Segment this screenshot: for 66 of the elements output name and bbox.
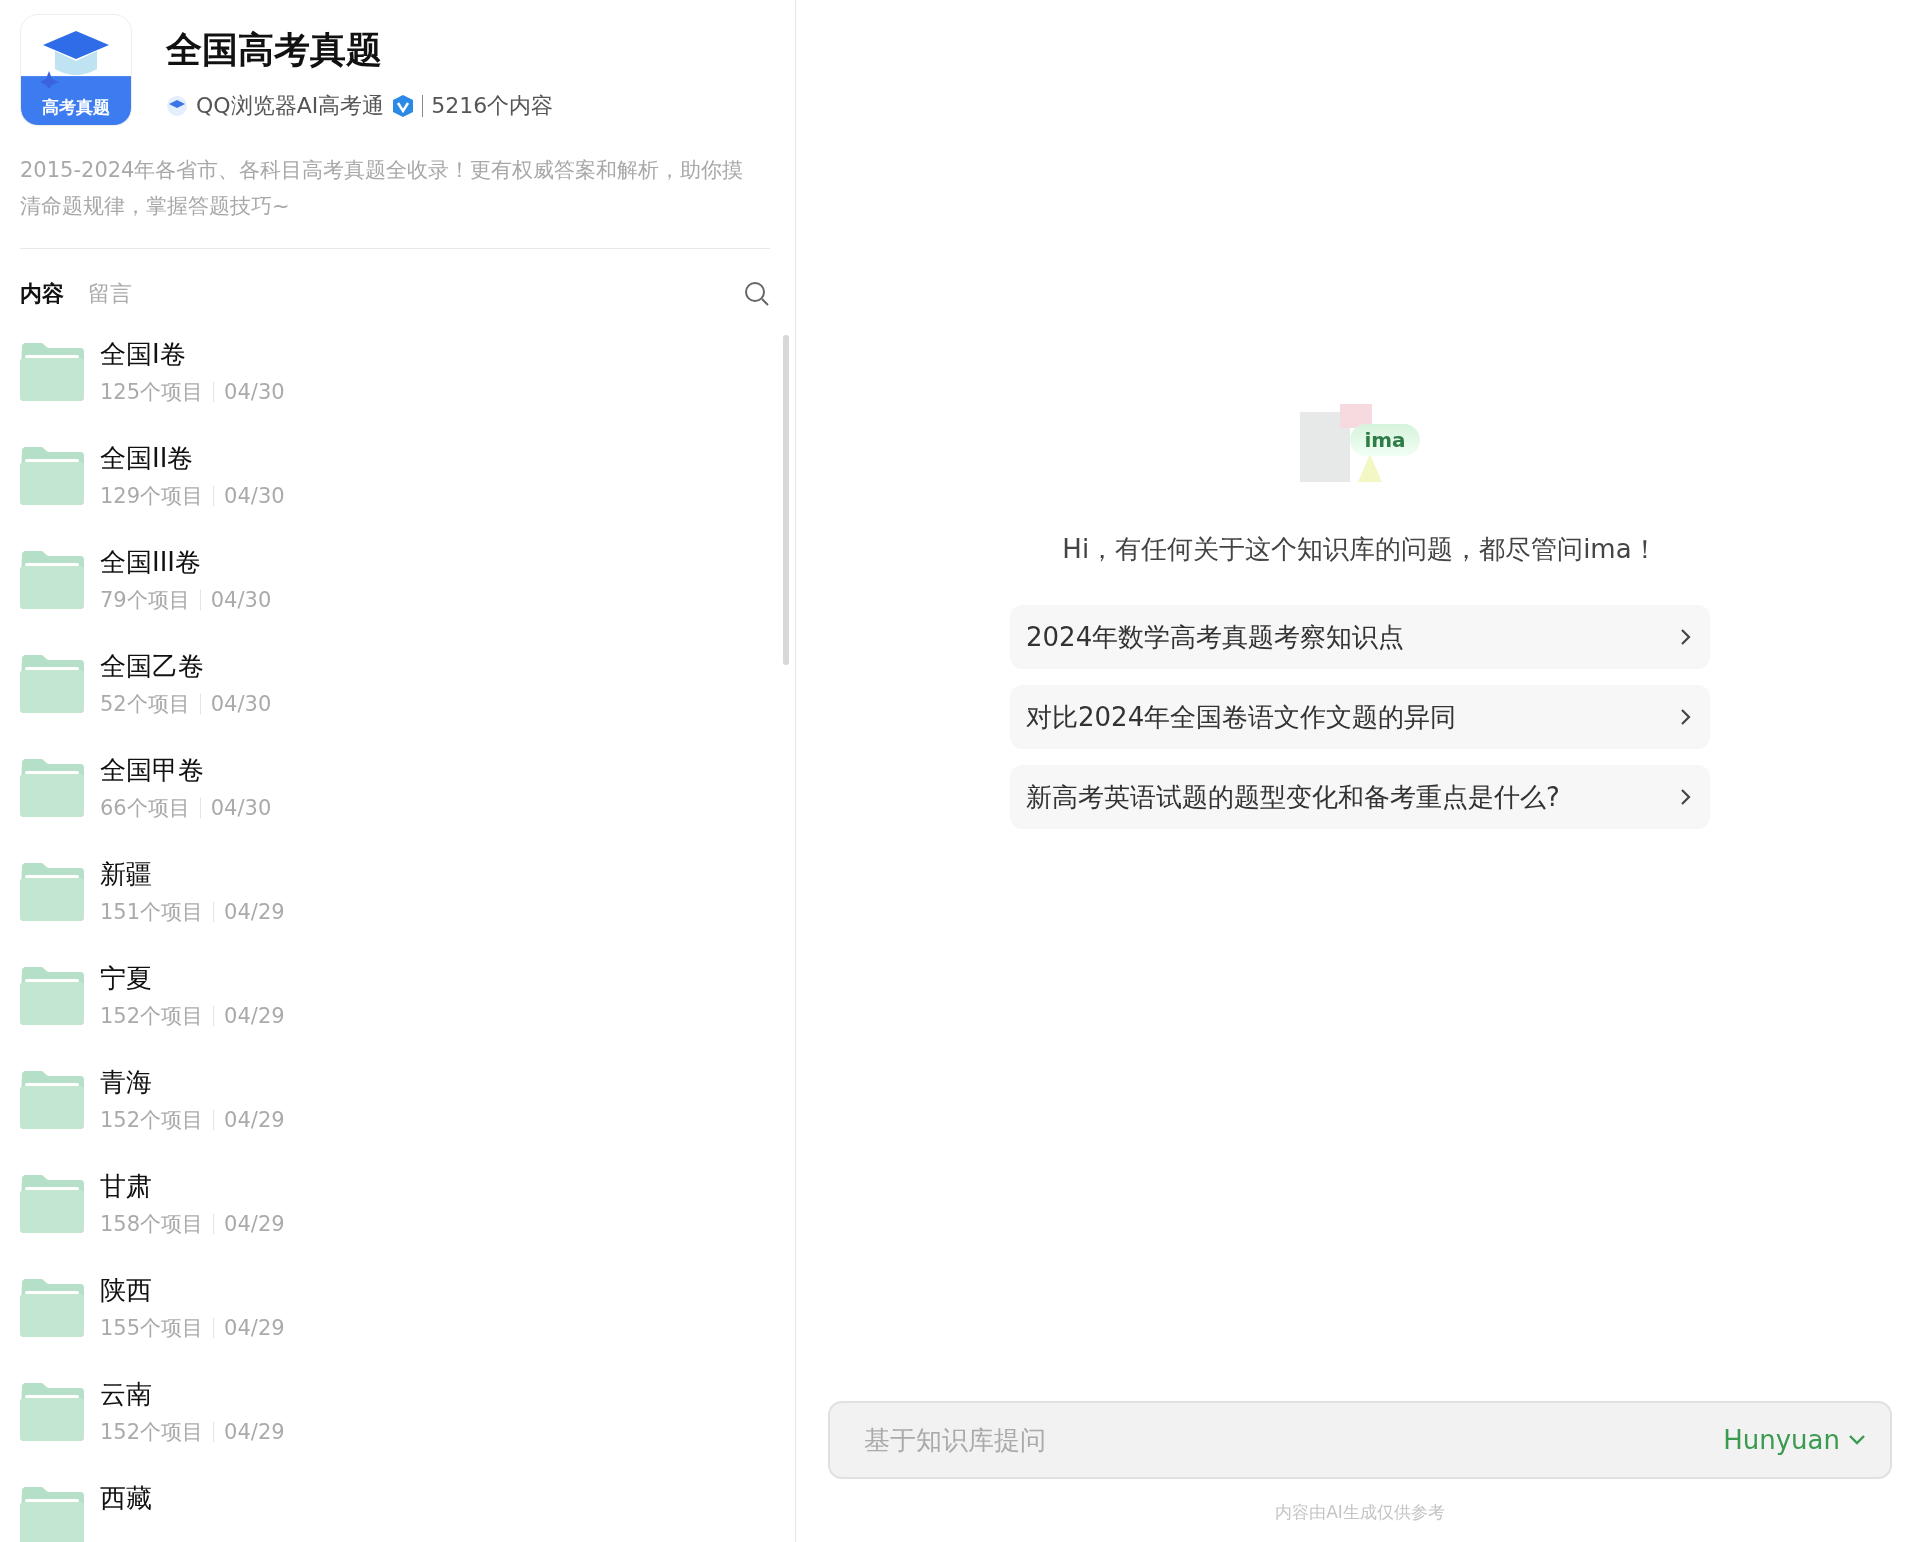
chevron-right-icon <box>1680 708 1692 726</box>
folder-name[interactable]: 全国I卷 <box>100 337 285 372</box>
author-name[interactable]: QQ浏览器AI高考通 <box>196 91 385 121</box>
folder-name[interactable]: 新疆 <box>100 857 285 892</box>
search-icon[interactable] <box>744 281 770 307</box>
folder-name[interactable]: 青海 <box>100 1065 285 1100</box>
author-avatar-icon <box>166 95 188 117</box>
folder-name[interactable]: 全国III卷 <box>100 545 272 580</box>
folder-icon <box>20 1071 84 1129</box>
knowledge-base-title: 全国高考真题 <box>166 28 383 72</box>
folder-icon <box>20 1279 84 1337</box>
tab[interactable]: 内容 <box>20 279 64 309</box>
folder-icon <box>20 551 84 609</box>
chevron-right-icon <box>1680 788 1692 806</box>
item-count: 152个项目 <box>100 1419 204 1446</box>
suggested-question[interactable]: 新高考英语试题的题型变化和备考重点是什么? <box>1010 765 1710 829</box>
suggested-question[interactable]: 对比2024年全国卷语文作文题的异同 <box>1010 685 1710 749</box>
folder-date: 04/29 <box>224 1316 285 1340</box>
folder-date: 04/30 <box>210 796 272 820</box>
graduation-cap-icon <box>41 29 111 89</box>
folder-date: 04/30 <box>210 692 272 716</box>
folder-date: 04/30 <box>210 588 272 612</box>
chevron-down-icon <box>1848 1434 1866 1446</box>
item-count: 151个项目 <box>100 899 204 926</box>
folder-date: 04/30 <box>224 484 285 508</box>
folder-name[interactable]: 西藏 <box>100 1481 152 1516</box>
item-count: 79个项目 <box>100 587 190 614</box>
folder-date: 04/29 <box>224 1212 285 1236</box>
folder-icon <box>20 1175 84 1233</box>
item-count: 152个项目 <box>100 1003 204 1030</box>
item-count: 125个项目 <box>100 379 204 406</box>
folder-name[interactable]: 全国甲卷 <box>100 753 272 788</box>
chevron-right-icon <box>1680 628 1692 646</box>
folder-date: 04/29 <box>224 1420 285 1444</box>
item-count: 66个项目 <box>100 795 190 822</box>
folder-name[interactable]: 云南 <box>100 1377 285 1412</box>
folder-name[interactable]: 陕西 <box>100 1273 285 1308</box>
folder-icon <box>20 655 84 713</box>
folder-date: 04/29 <box>224 1108 285 1132</box>
folder-name[interactable]: 全国II卷 <box>100 441 285 476</box>
folder-icon <box>20 1383 84 1441</box>
folder-date: 04/29 <box>224 900 285 924</box>
item-count: 152个项目 <box>100 1107 204 1134</box>
item-count: 155个项目 <box>100 1315 204 1342</box>
folder-date: 04/29 <box>224 1004 285 1028</box>
item-count: 158个项目 <box>100 1211 204 1238</box>
folder-icon <box>20 447 84 505</box>
item-count: 52个项目 <box>100 691 190 718</box>
scrollbar[interactable] <box>783 335 789 665</box>
folder-icon <box>20 1487 84 1542</box>
item-count: 129个项目 <box>100 483 204 510</box>
content-count: 5216个内容 <box>431 92 554 120</box>
description: 2015-2024年各省市、各科目高考真题全收录！更有权威答案和解析，助你摸清命题规律，掌握答题技巧~ <box>20 157 745 220</box>
folder-name[interactable]: 甘肃 <box>100 1169 285 1204</box>
folder-icon <box>20 759 84 817</box>
folder-icon <box>20 967 84 1025</box>
suggested-question[interactable]: 2024年数学高考真题考察知识点 <box>1010 605 1710 669</box>
folder-date: 04/30 <box>224 380 285 404</box>
ai-disclaimer: 内容由AI生成仅供参考 <box>1275 1501 1445 1524</box>
logo-caption: 高考真题 <box>42 96 110 119</box>
greeting-text: Hi，有任何关于这个知识库的问题，都尽管问ima！ <box>1062 533 1658 566</box>
folder-name[interactable]: 宁夏 <box>100 961 285 996</box>
folder-name[interactable]: 全国乙卷 <box>100 649 272 684</box>
folder-icon <box>20 343 84 401</box>
folder-icon <box>20 863 84 921</box>
ima-logo: ima <box>1300 404 1420 484</box>
